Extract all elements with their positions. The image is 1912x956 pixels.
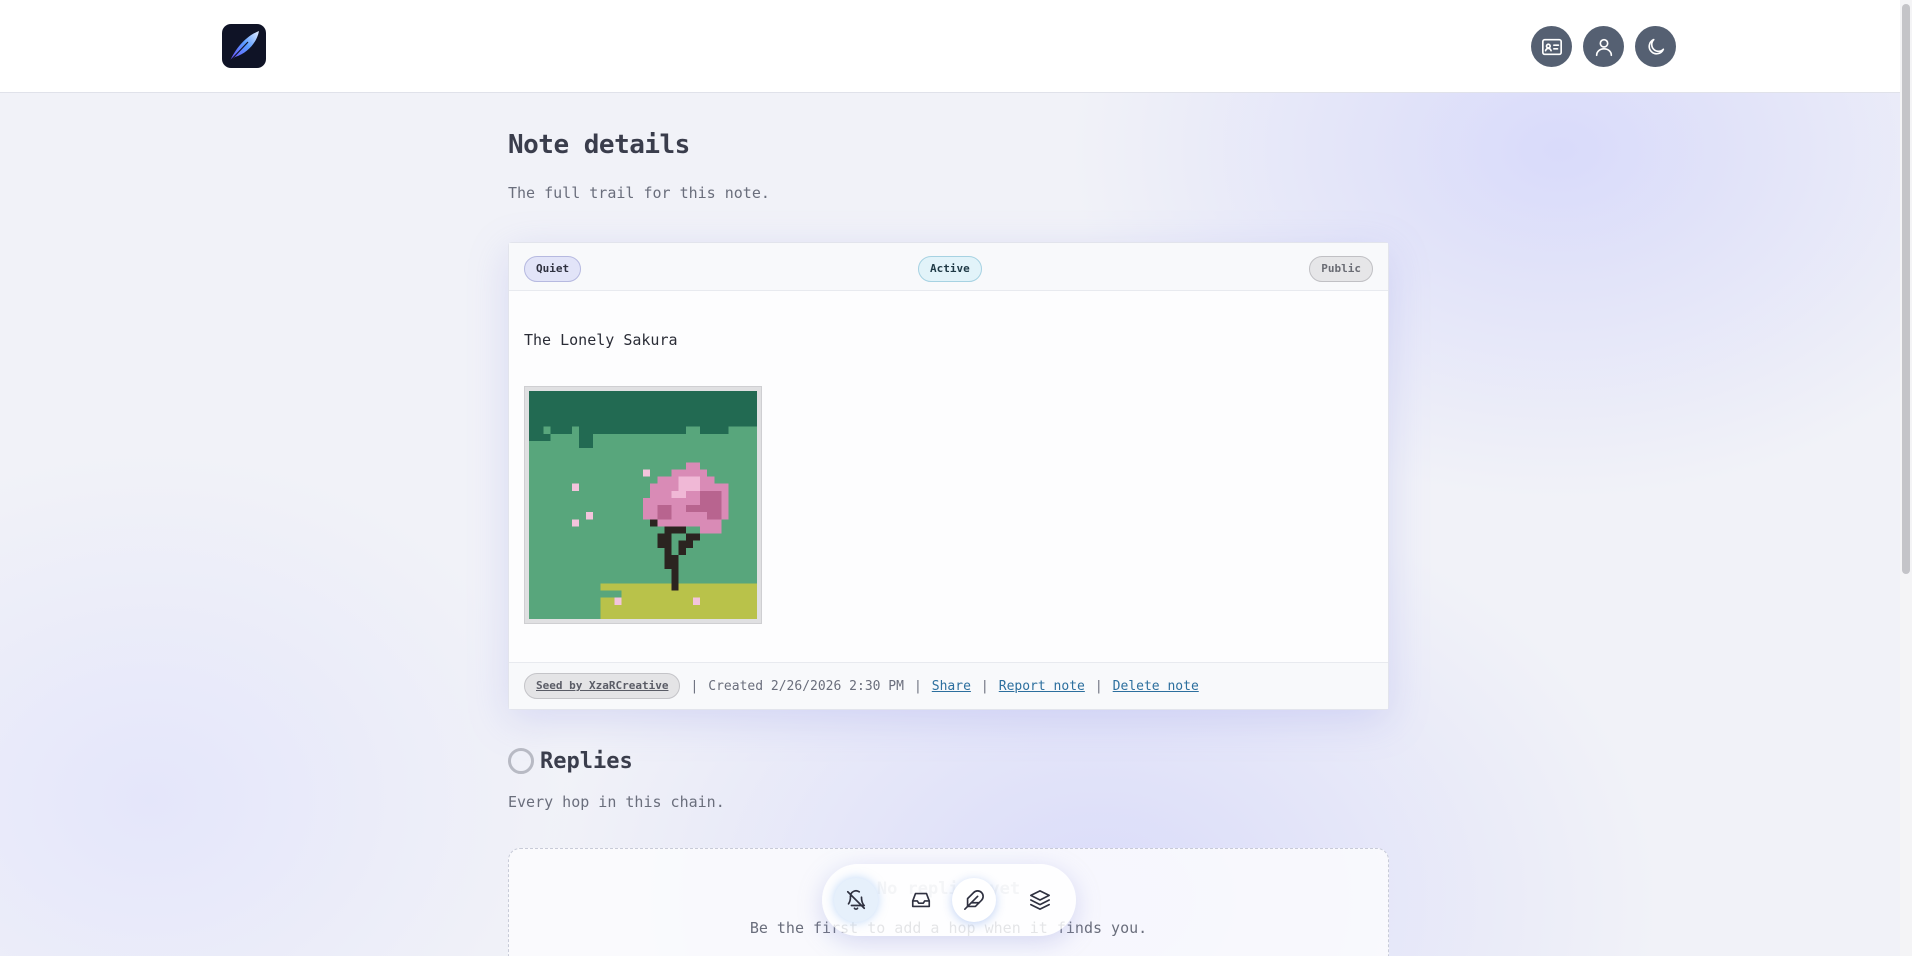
feather-logo-icon[interactable] <box>222 24 266 68</box>
moon-icon[interactable] <box>1635 26 1676 67</box>
layers-icon[interactable] <box>1018 878 1062 922</box>
note-card-footer: Seed by XzaRCreative | Created 2/26/2026… <box>509 662 1388 709</box>
status-badge: Active <box>918 256 982 282</box>
user-icon[interactable] <box>1583 26 1624 67</box>
note-card: Quiet Active Public The Lonely Sakura Se… <box>508 242 1389 710</box>
page-title: Note details <box>508 130 690 160</box>
share-link[interactable]: Share <box>932 679 971 694</box>
note-card-header: Quiet Active Public <box>509 243 1388 291</box>
feather-icon[interactable] <box>952 878 996 922</box>
pixel-art-sakura-image[interactable] <box>529 391 757 619</box>
replies-title: Replies <box>540 748 633 774</box>
replies-header: Replies <box>508 748 633 774</box>
report-note-link[interactable]: Report note <box>999 679 1085 694</box>
scrollbar-thumb[interactable] <box>1902 4 1910 574</box>
bottom-dock <box>822 864 1076 936</box>
separator: | <box>980 678 989 694</box>
note-image-frame <box>524 386 762 624</box>
loading-spinner-icon <box>508 748 534 774</box>
separator: | <box>913 678 922 694</box>
separator: | <box>1094 678 1103 694</box>
created-timestamp: Created 2/26/2026 2:30 PM <box>708 678 904 694</box>
replies-subtitle: Every hop in this chain. <box>508 793 725 811</box>
delete-note-link[interactable]: Delete note <box>1113 679 1199 694</box>
top-bar <box>0 0 1900 93</box>
scrollbar[interactable] <box>1900 0 1912 956</box>
visibility-badge: Public <box>1309 256 1373 282</box>
bell-off-icon[interactable] <box>834 878 878 922</box>
id-card-icon[interactable] <box>1531 26 1572 67</box>
separator: | <box>690 678 699 694</box>
inbox-icon[interactable] <box>899 878 943 922</box>
note-title: The Lonely Sakura <box>524 331 678 349</box>
seed-author-link[interactable]: Seed by XzaRCreative <box>524 673 681 699</box>
page-subtitle: The full trail for this note. <box>508 184 770 202</box>
quiet-badge: Quiet <box>524 256 582 282</box>
